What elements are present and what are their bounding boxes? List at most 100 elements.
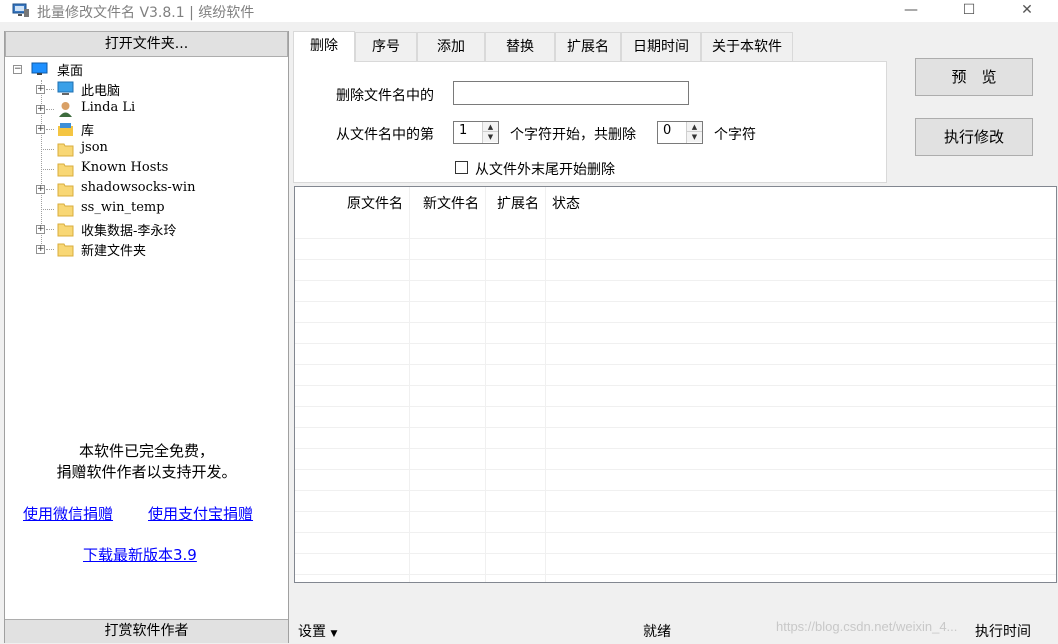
row-gridline <box>295 406 1056 407</box>
tree-item-user[interactable]: + Linda Li <box>36 100 276 120</box>
column-extension[interactable]: 扩展名 <box>486 187 545 221</box>
open-folder-button[interactable]: 打开文件夹... <box>5 31 288 57</box>
tree-branch-line <box>46 229 54 230</box>
close-button[interactable]: ✕ <box>1004 0 1050 22</box>
tab-sequence[interactable]: 序号 <box>355 32 417 61</box>
file-list[interactable]: 原文件名 新文件名 扩展名 状态 <box>294 186 1057 583</box>
tree-branch-line <box>41 169 54 170</box>
tree-branch-line <box>46 109 54 110</box>
row-gridline <box>295 280 1056 281</box>
status-text: 就绪 <box>643 624 671 640</box>
tree-item-folder[interactable]: + 新建文件夹 <box>36 240 276 260</box>
dropdown-arrow-icon: ▼ <box>330 629 338 639</box>
start-delete-label: 个字符开始，共删除 <box>510 127 636 143</box>
delete-count-stepper[interactable]: 0 ▲ ▼ <box>657 121 703 144</box>
tree-item-library[interactable]: + 库 <box>36 120 276 140</box>
tab-datetime[interactable]: 日期时间 <box>621 32 701 61</box>
download-latest-link[interactable]: 下载最新版本3.9 <box>83 544 197 565</box>
execute-button[interactable]: 执行修改 <box>915 118 1033 156</box>
donate-alipay-link[interactable]: 使用支付宝捐赠 <box>148 503 253 524</box>
stepper-down-icon[interactable]: ▼ <box>687 132 702 142</box>
column-original-name[interactable]: 原文件名 <box>295 187 409 221</box>
tree-label: 桌面 <box>57 64 84 79</box>
tree-label: 新建文件夹 <box>81 244 147 259</box>
expand-icon[interactable]: + <box>36 225 45 234</box>
folder-icon <box>57 243 74 257</box>
tree-label: 此电脑 <box>81 84 121 99</box>
expand-icon[interactable]: + <box>36 85 45 94</box>
stepper-buttons: ▲ ▼ <box>482 122 498 143</box>
row-gridline <box>295 385 1056 386</box>
row-gridline <box>295 259 1056 260</box>
row-gridline <box>295 301 1056 302</box>
row-gridline <box>295 238 1056 239</box>
stepper-up-icon[interactable]: ▲ <box>687 122 702 132</box>
tree-label: json <box>81 140 108 155</box>
row-gridline <box>295 364 1056 365</box>
tree-branch-line <box>41 209 54 210</box>
maximize-button[interactable]: ☐ <box>946 0 992 22</box>
expand-icon[interactable]: + <box>36 105 45 114</box>
tree-branch-line <box>46 249 54 250</box>
row-gridline <box>295 343 1056 344</box>
collapse-icon[interactable]: − <box>13 65 22 74</box>
watermark-text: https://blog.csdn.net/weixin_4... <box>776 619 958 634</box>
tab-replace[interactable]: 替换 <box>485 32 555 61</box>
window-title: 批量修改文件名 V3.8.1 | 缤纷软件 <box>37 5 255 21</box>
row-gridline <box>295 448 1056 449</box>
row-gridline <box>295 532 1056 533</box>
reward-author-button[interactable]: 打赏软件作者 <box>5 619 288 643</box>
tree-label: 库 <box>81 124 95 139</box>
tree-label: ss_win_temp <box>81 200 165 215</box>
tree-item-folder[interactable]: ss_win_temp <box>36 200 276 220</box>
from-end-label: 从文件外末尾开始删除 <box>475 162 615 178</box>
free-notice-line1: 本软件已完全免费， <box>78 442 214 460</box>
app-icon <box>12 3 29 17</box>
tree-item-folder[interactable]: json <box>36 140 276 160</box>
tree-label: Linda Li <box>81 100 136 115</box>
tab-about[interactable]: 关于本软件 <box>701 32 793 61</box>
tree-branch-line <box>41 149 54 150</box>
free-notice-line2: 捐赠软件作者以支持开发。 <box>56 463 237 481</box>
tab-delete[interactable]: 删除 <box>293 31 355 62</box>
computer-icon <box>57 81 74 95</box>
folder-icon <box>57 203 74 217</box>
from-end-checkbox[interactable] <box>455 161 468 174</box>
start-position-value: 1 <box>459 123 468 138</box>
row-gridline <box>295 322 1056 323</box>
stepper-down-icon[interactable]: ▼ <box>483 132 498 142</box>
stepper-buttons: ▲ ▼ <box>686 122 702 143</box>
title-bar: 批量修改文件名 V3.8.1 | 缤纷软件 — ☐ ✕ <box>0 0 1058 22</box>
minimize-button[interactable]: — <box>888 0 934 22</box>
settings-menu[interactable]: 设置 ▼ <box>298 621 337 641</box>
donate-wechat-link[interactable]: 使用微信捐赠 <box>23 503 113 524</box>
row-gridline <box>295 553 1056 554</box>
tree-item-folder[interactable]: Known Hosts <box>36 160 276 180</box>
tab-add[interactable]: 添加 <box>417 32 485 61</box>
stepper-up-icon[interactable]: ▲ <box>483 122 498 132</box>
start-position-stepper[interactable]: 1 ▲ ▼ <box>453 121 499 144</box>
delete-count-value: 0 <box>663 123 672 138</box>
preview-button[interactable]: 预 览 <box>915 58 1033 96</box>
tab-extension[interactable]: 扩展名 <box>555 32 621 61</box>
library-icon <box>58 123 73 136</box>
delete-in-name-label: 删除文件名中的 <box>336 88 434 104</box>
expand-icon[interactable]: + <box>36 125 45 134</box>
tree-label: 收集数据-李永玲 <box>81 224 177 239</box>
tree-label: Known Hosts <box>81 160 169 175</box>
expand-icon[interactable]: + <box>36 185 45 194</box>
tree-item-folder[interactable]: + shadowsocks-win <box>36 180 276 200</box>
desktop-icon <box>31 62 48 75</box>
delete-text-input[interactable] <box>453 81 689 105</box>
folder-icon <box>57 183 74 197</box>
tree-item-desktop[interactable]: − 桌面 <box>13 60 283 80</box>
expand-icon[interactable]: + <box>36 245 45 254</box>
folder-icon <box>57 163 74 177</box>
row-gridline <box>295 490 1056 491</box>
tree-label: shadowsocks-win <box>81 180 196 195</box>
row-gridline <box>295 469 1056 470</box>
column-status[interactable]: 状态 <box>546 187 588 221</box>
column-new-name[interactable]: 新文件名 <box>410 187 485 221</box>
tree-item-this-pc[interactable]: + 此电脑 <box>36 80 276 100</box>
tree-item-folder[interactable]: + 收集数据-李永玲 <box>36 220 276 240</box>
